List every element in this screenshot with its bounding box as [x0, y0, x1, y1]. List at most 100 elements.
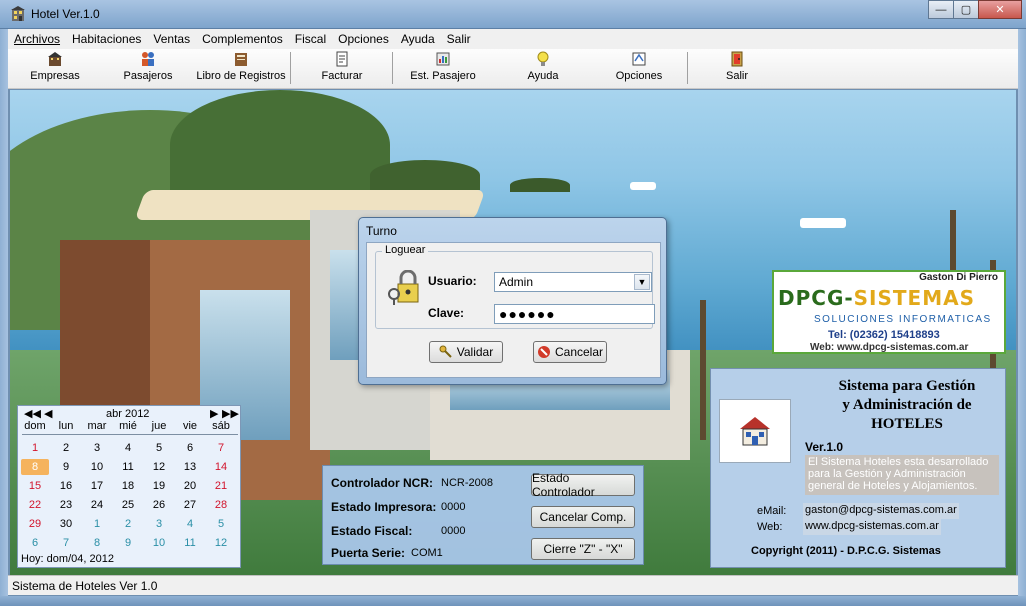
calendar-day[interactable]: 24 [83, 499, 111, 511]
calendar-day[interactable]: 30 [52, 518, 80, 530]
toolbar-salir-button[interactable]: Salir [720, 51, 754, 87]
toolbar-ayuda-button[interactable]: Ayuda [520, 51, 566, 87]
calendar-day[interactable]: 5 [207, 518, 235, 530]
calendar-day[interactable]: 20 [176, 480, 204, 492]
exit-door-icon [731, 51, 743, 67]
password-field[interactable]: ●●●●●● [494, 304, 655, 324]
toolbar-separator [687, 52, 688, 84]
closing-zx-button[interactable]: Cierre "Z" - "X" [531, 538, 635, 560]
calendar-weekday: jue [151, 420, 167, 432]
calendar-day[interactable]: 8 [83, 537, 111, 549]
calendar-day[interactable]: 12 [207, 537, 235, 549]
calendar-prev-year-icon[interactable]: ◀◀ [24, 407, 41, 420]
email-label: eMail: [757, 505, 787, 517]
calendar-day[interactable]: 6 [176, 442, 204, 454]
maximize-button[interactable]: ▢ [953, 0, 979, 19]
web-label: Web: [757, 521, 783, 533]
menu-opciones[interactable]: Opciones [332, 32, 395, 46]
calendar-day[interactable]: 9 [114, 537, 142, 549]
calendar-day[interactable]: 2 [114, 518, 142, 530]
toolbar-empresas-button[interactable]: Empresas [28, 51, 82, 87]
web-value: www.dpcg-sistemas.com.ar [803, 519, 941, 535]
calendar-day[interactable]: 10 [83, 461, 111, 473]
toolbar-facturar-button[interactable]: Facturar [314, 51, 370, 87]
calendar-next-month-icon[interactable]: ▶ [210, 407, 218, 420]
calendar-day[interactable]: 4 [176, 518, 204, 530]
menu-fiscal[interactable]: Fiscal [289, 32, 332, 46]
brand-name-part-2: SISTEMAS [853, 286, 975, 310]
calendar-day[interactable]: 5 [145, 442, 173, 454]
calendar-day[interactable]: 16 [52, 480, 80, 492]
calendar-day[interactable]: 7 [52, 537, 80, 549]
menu-ayuda[interactable]: Ayuda [395, 32, 441, 46]
key-icon [439, 345, 452, 358]
calendar-day[interactable]: 14 [207, 461, 235, 473]
calendar-weekday: mié [119, 420, 137, 432]
calendar-day[interactable]: 27 [176, 499, 204, 511]
calendar-today-label[interactable]: Hoy: dom/04, 2012 [21, 553, 114, 565]
calendar-day[interactable]: 26 [145, 499, 173, 511]
calendar-day[interactable]: 7 [207, 442, 235, 454]
calendar-day[interactable]: 6 [21, 537, 49, 549]
company-icon [48, 52, 62, 66]
calendar-next-year-icon[interactable]: ▶▶ [222, 407, 239, 420]
brand-name-part-1: DPCG- [778, 286, 854, 310]
calendar-day[interactable]: 9 [52, 461, 80, 473]
calendar-day[interactable]: 11 [176, 537, 204, 549]
chevron-down-icon[interactable]: ▼ [634, 274, 650, 290]
calendar-day[interactable]: 19 [145, 480, 173, 492]
calendar-day[interactable]: 13 [176, 461, 204, 473]
validate-button[interactable]: Validar [429, 341, 503, 363]
calendar-day[interactable]: 17 [83, 480, 111, 492]
toolbar-pasajeros-button[interactable]: Pasajeros [120, 51, 176, 87]
serial-port-label: Puerta Serie: [331, 546, 406, 560]
calendar-prev-month-icon[interactable]: ◀ [44, 407, 52, 420]
calendar-day[interactable]: 12 [145, 461, 173, 473]
calendar-day[interactable]: 3 [83, 442, 111, 454]
user-combobox[interactable]: Admin ▼ [494, 272, 652, 292]
toolbar-separator [392, 52, 393, 84]
calendar-day[interactable]: 23 [52, 499, 80, 511]
calendar-day[interactable]: 1 [83, 518, 111, 530]
month-calendar: ◀◀ ◀ abr 2012 ▶ ▶▶ dom lun mar mié jue v… [17, 405, 241, 568]
about-title-line: y Administración de [842, 397, 972, 413]
calendar-day[interactable]: 21 [207, 480, 235, 492]
calendar-day[interactable]: 28 [207, 499, 235, 511]
calendar-day[interactable]: 15 [21, 480, 49, 492]
menu-ventas[interactable]: Ventas [147, 32, 196, 46]
calendar-day[interactable]: 22 [21, 499, 49, 511]
menu-archivos[interactable]: Archivos [8, 32, 66, 46]
toolbar-est-pasajero-button[interactable]: Est. Pasajero [408, 51, 478, 87]
calendar-day[interactable]: 25 [114, 499, 142, 511]
cancel-receipt-button[interactable]: Cancelar Comp. [531, 506, 635, 528]
calendar-day[interactable]: 8 [21, 459, 49, 475]
about-description: El Sistema Hoteles esta desarrollado par… [805, 455, 999, 495]
calendar-day[interactable]: 11 [114, 461, 142, 473]
window-frame-right [1018, 29, 1026, 599]
calendar-day[interactable]: 2 [52, 442, 80, 454]
toolbar-opciones-button[interactable]: Opciones [610, 51, 668, 87]
calendar-day[interactable]: 1 [21, 442, 49, 454]
calendar-day[interactable]: 18 [114, 480, 142, 492]
controller-status-button[interactable]: Estado Controlador [531, 471, 635, 499]
calendar-day[interactable]: 4 [114, 442, 142, 454]
cancel-button[interactable]: Cancelar [533, 341, 607, 363]
toolbar-label: Pasajeros [123, 70, 173, 82]
controller-label: Controlador NCR: [331, 476, 433, 490]
menu-habitaciones[interactable]: Habitaciones [66, 32, 147, 46]
serial-port-value: COM1 [411, 547, 443, 559]
about-title: Sistema para Gestión y Administración de… [807, 377, 1007, 434]
minimize-button[interactable]: — [928, 0, 954, 19]
about-title-line: Sistema para Gestión [838, 378, 976, 394]
calendar-day[interactable]: 10 [145, 537, 173, 549]
cancel-icon [537, 346, 550, 358]
toolbar-libro-registros-button[interactable]: Libro de Registros [194, 51, 288, 87]
menu-complementos[interactable]: Complementos [196, 32, 289, 46]
fiscal-status-panel: Controlador NCR: NCR-2008 Estado Impreso… [322, 465, 644, 565]
dialog-title: Turno [366, 224, 397, 238]
calendar-day[interactable]: 29 [21, 518, 49, 530]
close-button[interactable]: ✕ [978, 0, 1022, 19]
menu-salir[interactable]: Salir [441, 32, 477, 46]
calendar-day[interactable]: 3 [145, 518, 173, 530]
cancel-label: Cancelar [554, 345, 604, 359]
